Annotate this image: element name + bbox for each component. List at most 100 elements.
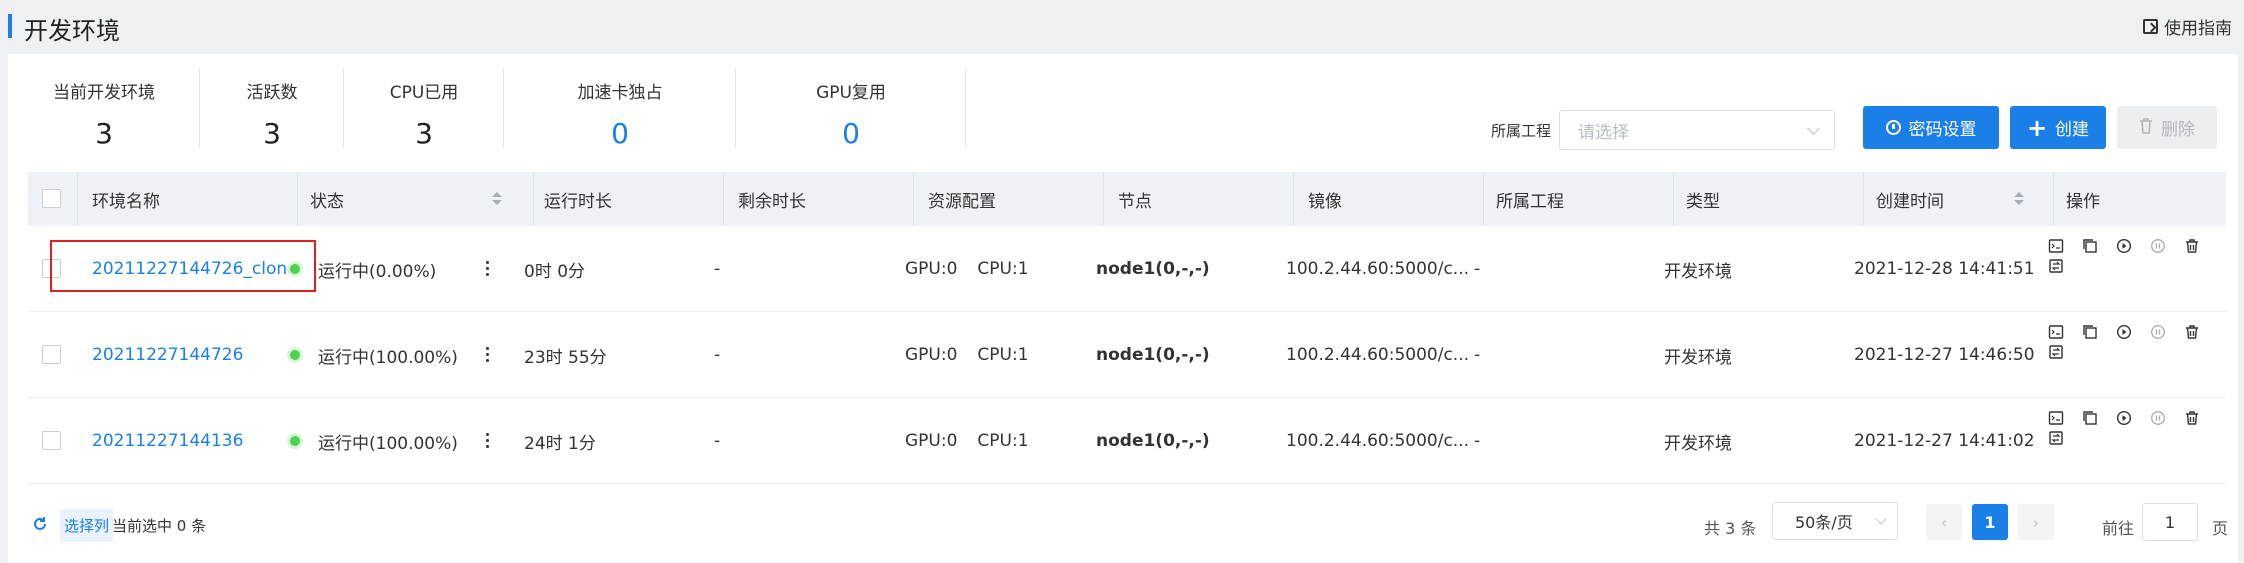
column-header-resources: 资源配置 — [914, 172, 1104, 226]
kebab-menu-icon[interactable] — [486, 433, 490, 449]
stat-cpu-used: CPU已用 3 — [344, 68, 504, 164]
stat-value: 0 — [842, 117, 860, 150]
column-header-image: 镜像 — [1294, 172, 1484, 226]
project-select-placeholder: 请选择 — [1578, 122, 1630, 143]
play-icon[interactable] — [2116, 324, 2132, 340]
gpu-value: GPU:0 — [905, 431, 958, 451]
type-cell: 开发环境 — [1664, 347, 1732, 368]
page-size-select[interactable]: 50条/页 — [1772, 502, 1898, 540]
terminal-icon[interactable] — [2048, 410, 2064, 426]
table-row: 20211227144726 运行中(100.00%) 23时 55分 - GPU:0 C… — [28, 312, 2226, 398]
play-icon[interactable] — [2116, 238, 2132, 254]
select-all-checkbox[interactable] — [42, 189, 61, 208]
row-checkbox[interactable] — [42, 345, 61, 364]
page-title: 开发环境 — [24, 17, 120, 45]
kebab-menu-icon[interactable] — [486, 261, 490, 277]
column-label: 状态 — [310, 191, 344, 212]
status-text: 运行中(100.00%) — [318, 347, 458, 368]
pause-icon[interactable] — [2150, 238, 2166, 254]
highlight-box — [50, 240, 316, 292]
help-book-icon — [2143, 19, 2158, 34]
status-text: 运行中(0.00%) — [318, 261, 437, 282]
copy-icon[interactable] — [2082, 324, 2098, 340]
column-label: 类型 — [1686, 191, 1720, 212]
column-label: 运行时长 — [544, 191, 612, 212]
page-size-value: 50条/页 — [1795, 513, 1853, 532]
delete-icon[interactable] — [2184, 238, 2200, 254]
stat-divider — [965, 68, 966, 148]
pause-icon[interactable] — [2150, 410, 2166, 426]
title-accent-bar — [8, 14, 12, 38]
create-button[interactable]: + 创建 — [2010, 106, 2106, 149]
project-select[interactable]: 请选择 — [1559, 110, 1836, 150]
switch-icon[interactable] — [2048, 258, 2064, 274]
stat-label: GPU复用 — [816, 83, 886, 103]
terminal-icon[interactable] — [2048, 238, 2064, 254]
page-button-current[interactable]: 1 — [1972, 504, 2008, 540]
switch-icon[interactable] — [2048, 430, 2064, 446]
delete-icon[interactable] — [2184, 410, 2200, 426]
column-label: 所属工程 — [1496, 191, 1564, 212]
running-status-dot — [290, 436, 300, 446]
stat-label: 当前开发环境 — [53, 83, 155, 103]
stats-bar: 当前开发环境 3 活跃数 3 CPU已用 3 加速卡独占 0 GPU复用 0 — [8, 68, 966, 164]
column-header-status[interactable]: 状态 — [298, 172, 534, 226]
play-icon[interactable] — [2116, 410, 2132, 426]
status-cell: 运行中(100.00%) — [290, 398, 458, 484]
env-name-cell: 20211227144136 — [92, 398, 298, 484]
delete-label: 删除 — [2161, 120, 2195, 140]
column-label: 环境名称 — [92, 191, 160, 212]
select-columns-button[interactable]: 选择列 — [60, 509, 114, 542]
image-cell: 100.2.44.60:5000/c... — [1286, 431, 1470, 451]
guide-link[interactable]: 使用指南 — [2143, 14, 2232, 39]
column-header-created[interactable]: 创建时间 — [1864, 172, 2054, 226]
project-cell: - — [1474, 431, 1481, 451]
stat-gpu-shared: GPU复用 0 — [736, 68, 966, 164]
cpu-value: CPU:1 — [977, 345, 1029, 365]
copy-icon[interactable] — [2082, 410, 2098, 426]
gpu-value: GPU:0 — [905, 259, 958, 279]
cpu-value: CPU:1 — [977, 431, 1029, 451]
row-checkbox[interactable] — [42, 431, 61, 450]
stat-accel-exclusive: 加速卡独占 0 — [504, 68, 736, 164]
env-name-link[interactable]: 20211227144136 — [92, 431, 243, 451]
env-name-link[interactable]: 20211227144726 — [92, 345, 243, 365]
created-cell: 2021-12-28 14:41:51 — [1854, 259, 2035, 279]
status-text: 运行中(100.00%) — [318, 433, 458, 454]
node-cell: node1(0,-,-) — [1096, 259, 1210, 279]
project-cell: - — [1474, 345, 1481, 365]
password-settings-button[interactable]: 密码设置 — [1863, 106, 1999, 149]
pause-icon[interactable] — [2150, 324, 2166, 340]
refresh-icon[interactable] — [32, 516, 48, 532]
copy-icon[interactable] — [2082, 238, 2098, 254]
type-cell: 开发环境 — [1664, 433, 1732, 454]
column-label: 操作 — [2066, 191, 2100, 212]
stat-active: 活跃数 3 — [200, 68, 344, 164]
table-body: 20211227144726_clone 运行中(0.00%) 0时 0分 - GPU:… — [28, 226, 2226, 484]
total-count: 共 3 条 — [1704, 519, 1757, 538]
kebab-menu-icon[interactable] — [486, 347, 490, 363]
next-page-button[interactable]: › — [2018, 504, 2054, 540]
prev-page-button[interactable]: ‹ — [1926, 504, 1962, 540]
column-label: 剩余时长 — [738, 191, 806, 212]
node-cell: node1(0,-,-) — [1096, 431, 1210, 451]
stat-value: 0 — [611, 117, 629, 150]
selected-count: 当前选中 0 条 — [112, 517, 207, 535]
switch-icon[interactable] — [2048, 344, 2064, 360]
gpu-value: GPU:0 — [905, 345, 958, 365]
delete-icon[interactable] — [2184, 324, 2200, 340]
goto-page-input[interactable]: 1 — [2142, 503, 2198, 541]
project-filter-label: 所属工程 — [1491, 121, 1552, 140]
delete-button[interactable]: 删除 — [2117, 106, 2217, 149]
node-cell: node1(0,-,-) — [1096, 345, 1210, 365]
terminal-icon[interactable] — [2048, 324, 2064, 340]
guide-label: 使用指南 — [2164, 19, 2232, 39]
stat-current-envs: 当前开发环境 3 — [8, 68, 200, 164]
main-panel: 当前开发环境 3 活跃数 3 CPU已用 3 加速卡独占 0 GPU复用 0 所… — [8, 54, 2238, 563]
sort-icon[interactable] — [2014, 192, 2024, 206]
image-cell: 100.2.44.60:5000/c... — [1286, 345, 1470, 365]
sort-icon[interactable] — [492, 192, 502, 206]
created-cell: 2021-12-27 14:41:02 — [1854, 431, 2035, 451]
env-name-cell: 20211227144726 — [92, 312, 298, 398]
chevron-left-icon: ‹ — [1940, 512, 1948, 532]
